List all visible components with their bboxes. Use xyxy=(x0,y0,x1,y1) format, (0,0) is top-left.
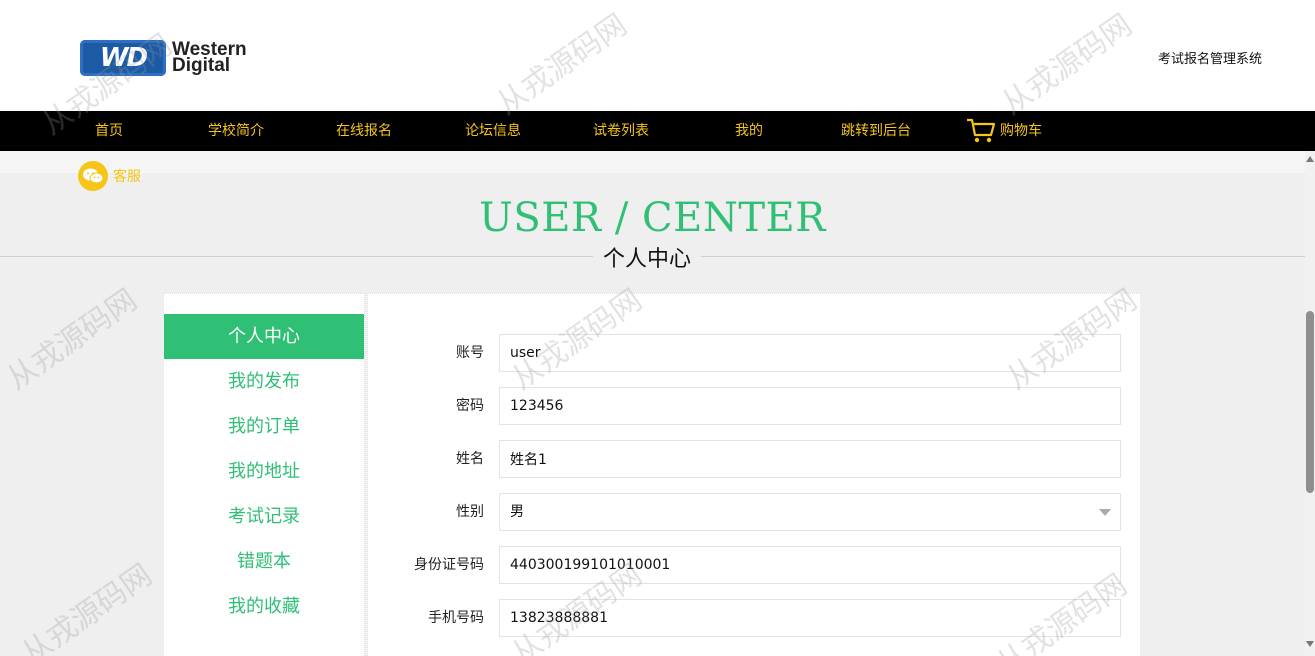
name-label: 姓名 xyxy=(456,451,484,467)
form-row-name: 姓名 xyxy=(368,440,1142,478)
gender-select-value: 男 xyxy=(510,504,524,520)
logo-badge-text: WD xyxy=(99,43,148,73)
nav-item-forum[interactable]: 论坛信息 xyxy=(465,111,521,151)
logo-line-2: Digital xyxy=(172,55,231,76)
wechat-icon xyxy=(78,161,108,191)
menu-item-personal-center[interactable]: 个人中心 xyxy=(164,314,364,359)
site-title: 考试报名管理系统 xyxy=(1157,52,1262,67)
menu-item-my-address[interactable]: 我的地址 xyxy=(164,449,364,494)
form-row-phone: 手机号码 xyxy=(368,599,1142,637)
form-row-account: 账号 xyxy=(368,334,1142,372)
page-title-en: USER / CENTER xyxy=(479,195,826,241)
nav-item-paper-list[interactable]: 试卷列表 xyxy=(593,111,649,151)
form-row-id-number: 身份证号码 xyxy=(368,546,1142,584)
logo-text: Western Digital xyxy=(172,40,247,76)
customer-service-label: 客服 xyxy=(113,169,141,185)
main-content: 客服 USER / CENTER 个人中心 个人中心 我的发布 我的订单 我的地… xyxy=(0,151,1305,656)
password-label: 密码 xyxy=(456,398,484,414)
account-label: 账号 xyxy=(456,345,484,361)
cart-label: 购物车 xyxy=(1000,123,1042,139)
nav-item-cart[interactable]: 购物车 xyxy=(966,111,1042,151)
id-number-label: 身份证号码 xyxy=(414,557,484,573)
nav-item-online-registration[interactable]: 在线报名 xyxy=(336,111,392,151)
scroll-thumb[interactable] xyxy=(1306,311,1314,493)
scroll-down-icon[interactable] xyxy=(1306,641,1314,647)
side-menu: 个人中心 我的发布 我的订单 我的地址 考试记录 错题本 我的收藏 xyxy=(163,293,365,656)
menu-item-exam-records[interactable]: 考试记录 xyxy=(164,494,364,539)
page-title-cn: 个人中心 xyxy=(593,241,702,273)
name-input[interactable] xyxy=(499,440,1121,478)
menu-item-wrong-questions[interactable]: 错题本 xyxy=(164,539,364,584)
nav-item-home[interactable]: 首页 xyxy=(95,111,123,151)
menu-item-my-orders[interactable]: 我的订单 xyxy=(164,404,364,449)
cart-icon xyxy=(967,118,996,143)
phone-label: 手机号码 xyxy=(428,610,484,626)
menu-item-my-posts[interactable]: 我的发布 xyxy=(164,359,364,404)
nav-bar: 首页 学校简介 在线报名 论坛信息 试卷列表 我的 跳转到后台 购物车 xyxy=(0,111,1315,151)
top-strip xyxy=(0,151,1305,173)
nav-item-mine[interactable]: 我的 xyxy=(735,111,763,151)
chevron-down-icon[interactable] xyxy=(1099,509,1111,516)
phone-input[interactable] xyxy=(499,599,1121,637)
form-row-password: 密码 xyxy=(368,387,1142,425)
nav-item-backend[interactable]: 跳转到后台 xyxy=(841,111,911,151)
logo-badge: WD xyxy=(80,40,166,76)
header: WD Western Digital 考试报名管理系统 xyxy=(0,0,1315,111)
profile-form: 账号 密码 姓名 性别 男 身份证号码 xyxy=(367,293,1141,656)
id-number-input[interactable] xyxy=(499,546,1121,584)
page-scrollbar[interactable] xyxy=(1305,151,1315,656)
form-row-gender: 性别 男 xyxy=(368,493,1142,531)
page: WD Western Digital 考试报名管理系统 首页 学校简介 在线报名… xyxy=(0,0,1315,656)
scroll-up-icon[interactable] xyxy=(1306,156,1314,162)
gender-label: 性别 xyxy=(456,504,484,520)
customer-service[interactable]: 客服 xyxy=(78,161,141,191)
gender-select[interactable]: 男 xyxy=(499,493,1121,531)
wd-logo[interactable]: WD Western Digital xyxy=(80,38,270,78)
password-input[interactable] xyxy=(499,387,1121,425)
account-input[interactable] xyxy=(499,334,1121,372)
nav-item-school-intro[interactable]: 学校简介 xyxy=(208,111,264,151)
menu-item-my-favorites[interactable]: 我的收藏 xyxy=(164,584,364,629)
